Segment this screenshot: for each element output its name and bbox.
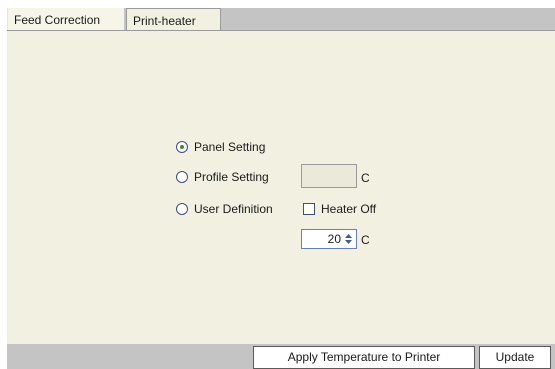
profile-setting-radio[interactable]	[176, 171, 188, 183]
user-temperature-spinner[interactable]: 20	[301, 229, 357, 249]
tab-print-heater[interactable]: Print-heater	[126, 8, 221, 32]
panel-setting-option[interactable]: Panel Setting	[176, 137, 265, 157]
panel-setting-label: Panel Setting	[194, 140, 266, 154]
print-heater-panel: Panel Setting Profile Setting C User Def…	[7, 30, 555, 345]
user-temperature-unit: C	[361, 233, 370, 247]
profile-setting-label: Profile Setting	[194, 170, 269, 184]
apply-temperature-button[interactable]: Apply Temperature to Printer	[253, 346, 475, 369]
print-heater-window: Feed Correction Print-heater Panel Setti…	[0, 0, 555, 369]
profile-unit-label: C	[361, 171, 370, 185]
user-definition-radio[interactable]	[176, 203, 188, 215]
heater-off-checkbox[interactable]	[303, 203, 315, 215]
up-down-arrows-icon[interactable]	[344, 233, 353, 245]
user-definition-label: User Definition	[194, 202, 273, 216]
profile-setting-option[interactable]: Profile Setting	[176, 167, 269, 187]
user-definition-option[interactable]: User Definition	[176, 199, 273, 219]
heater-off-label: Heater Off	[321, 202, 377, 216]
user-temperature-value: 20	[327, 232, 341, 246]
tab-feed-correction[interactable]: Feed Correction	[7, 8, 124, 31]
panel-setting-radio[interactable]	[176, 141, 188, 153]
tab-strip: Feed Correction Print-heater	[7, 8, 555, 32]
update-button[interactable]: Update	[479, 346, 551, 369]
profile-temperature-field	[301, 164, 357, 188]
action-bar: Apply Temperature to Printer Update	[7, 344, 555, 369]
